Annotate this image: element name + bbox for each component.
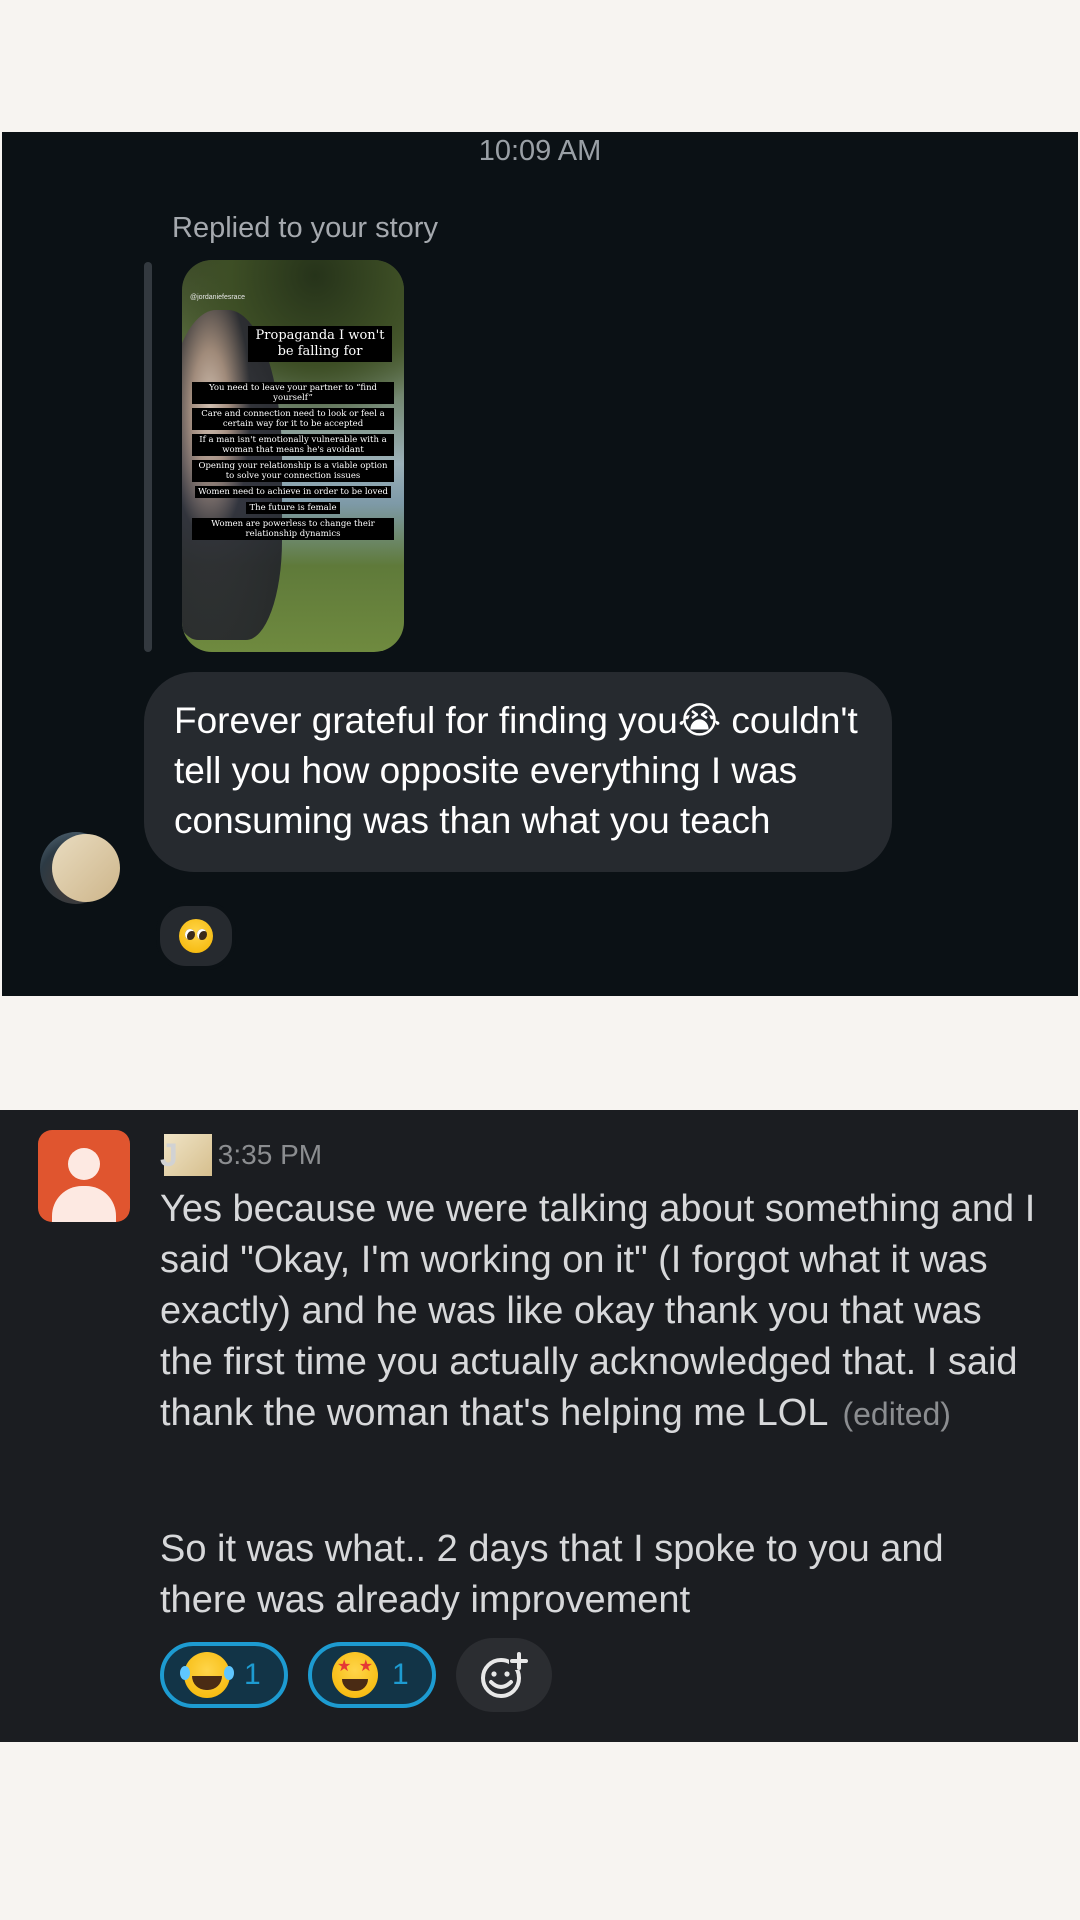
story-thumbnail[interactable]: @jordaniefesrace Propaganda I won't be f…: [182, 260, 404, 652]
story-line: If a man isn't emotionally vulnerable wi…: [192, 434, 394, 456]
slack-chat-panel: J 3:35 PM Yes because we were talking ab…: [0, 1110, 1078, 1742]
pleading-face-icon: [179, 919, 213, 953]
avatar-body-icon: [52, 1186, 116, 1222]
add-reaction-button[interactable]: [456, 1638, 552, 1712]
message-timestamp[interactable]: 3:35 PM: [218, 1139, 322, 1171]
star-struck-emoji-icon: [332, 1652, 378, 1698]
story-line: Opening your relationship is a viable op…: [192, 460, 394, 482]
story-line: The future is female: [246, 502, 340, 514]
replied-to-story-label: Replied to your story: [172, 212, 438, 244]
user-avatar[interactable]: [38, 1130, 130, 1222]
reaction-star-struck[interactable]: 1: [308, 1642, 436, 1708]
instagram-dm-panel: 10:09 AM Replied to your story @jordanie…: [2, 132, 1078, 996]
message-timestamp: 10:09 AM: [478, 135, 602, 167]
edited-label: (edited): [842, 1396, 951, 1432]
story-text-list: You need to leave your partner to “find …: [192, 382, 394, 544]
reply-quote-bar: [144, 262, 152, 652]
message-bubble[interactable]: Forever grateful for finding you😭 couldn…: [144, 672, 892, 872]
message-text: Forever grateful for finding you: [174, 700, 678, 741]
story-line: Care and connection need to look or feel…: [192, 408, 394, 430]
story-line: Women need to achieve in order to be lov…: [195, 486, 391, 498]
story-title: Propaganda I won't be falling for: [248, 326, 392, 362]
story-line: Women are powerless to change their rela…: [192, 518, 394, 540]
reaction-joy[interactable]: 1: [160, 1642, 288, 1708]
loudly-crying-emoji-icon: 😭: [677, 699, 722, 742]
reaction-count: 1: [392, 1658, 409, 1691]
add-emoji-icon: [481, 1652, 529, 1698]
avatar-head-icon: [68, 1148, 100, 1180]
message-reaction[interactable]: [156, 902, 236, 970]
joy-emoji-icon: [180, 1652, 230, 1698]
message-header: J 3:35 PM: [160, 1132, 322, 1178]
story-handle: @jordaniefesrace: [190, 294, 245, 301]
story-line: You need to leave your partner to “find …: [192, 382, 394, 404]
sender-name[interactable]: J: [160, 1137, 178, 1174]
message-text: Yes because we were talking about someth…: [160, 1184, 1040, 1440]
reaction-count: 1: [244, 1658, 261, 1691]
reactions-bar: 1 1: [160, 1638, 552, 1712]
message-text: So it was what.. 2 days that I spoke to …: [160, 1528, 944, 1621]
avatar-redaction: [52, 834, 120, 902]
